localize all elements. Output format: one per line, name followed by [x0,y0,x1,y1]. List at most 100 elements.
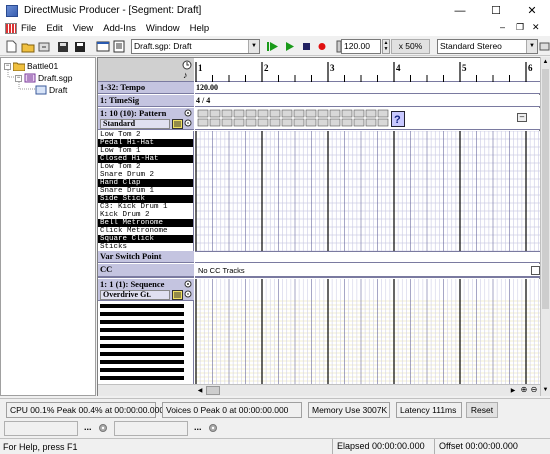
chevron-down-icon[interactable]: ▼ [248,40,259,53]
drum-instrument-row[interactable]: Low Tom 2 [98,163,193,171]
scroll-right-icon[interactable]: ▶ [508,386,518,396]
clock-icon[interactable]: ♪ [182,60,192,80]
help-variation-icon[interactable]: ? [391,111,405,127]
doc-close-button[interactable]: ✕ [532,22,540,33]
gear-icon[interactable] [208,423,218,433]
cc-track-strip[interactable]: No CC Tracks [195,264,541,278]
variation-button[interactable] [233,109,245,118]
drum-instrument-row[interactable]: Low Tom 2 [98,131,193,139]
record-icon[interactable] [315,40,329,53]
variation-button[interactable] [245,118,257,127]
piano-keyboard[interactable] [98,301,194,384]
variation-button[interactable] [305,109,317,118]
sequence-track-header[interactable]: 1: 1 (1): Sequence Overdrive Gt. [98,279,194,301]
variation-button[interactable] [365,118,377,127]
tempo-track-header[interactable]: 1-32: Tempo [98,82,194,94]
time-ruler[interactable]: 1 2 3 4 5 6 [195,58,543,82]
variation-button[interactable] [197,109,209,118]
tempo-field[interactable]: 120.00 [341,39,381,54]
variation-button[interactable] [293,109,305,118]
piano-key[interactable] [100,360,184,364]
menu-help[interactable]: Help [190,23,210,34]
save-all-icon[interactable] [56,40,70,53]
variation-button[interactable] [329,118,341,127]
drum-instrument-list[interactable]: Low Tom 2 Pedal Hi-Hat Low Tom 1 Closed Hi-… [98,131,194,251]
zoom-out-horizontal-icon[interactable]: ⊖ [529,385,539,396]
minimize-button[interactable]: — [442,0,478,21]
drum-instrument-row[interactable]: Kick Drum 2 [98,211,193,219]
maximize-button[interactable]: ☐ [478,0,514,21]
zoom-in-icon[interactable] [184,109,193,129]
drum-instrument-row[interactable]: Sticks [98,243,193,251]
variation-button[interactable] [341,109,353,118]
pattern-grid[interactable] [195,130,547,252]
window-icon[interactable] [96,40,110,53]
midi-in-field[interactable] [4,421,78,436]
zoom-in-icon[interactable] [184,280,193,300]
variation-button[interactable] [269,109,281,118]
doc-restore-button[interactable]: ❐ [516,22,524,33]
variation-button[interactable] [377,118,389,127]
variation-button[interactable] [197,118,209,127]
midi-out-field[interactable] [114,421,188,436]
tempo-spinner[interactable]: ▲ ▼ [382,39,390,54]
variation-buttons[interactable] [195,108,541,130]
cc-track-header[interactable]: CC [98,264,194,278]
instrument-field[interactable]: Overdrive Gt. [100,290,170,300]
variation-button[interactable] [341,118,353,127]
variation-button[interactable] [245,109,257,118]
play-icon[interactable] [283,40,297,53]
open-folder-icon[interactable] [21,40,35,53]
reset-button[interactable]: Reset [466,402,498,418]
scroll-up-icon[interactable]: ▲ [541,57,550,67]
drum-instrument-row[interactable]: Click Metronome [98,227,193,235]
sequence-grid[interactable] [195,279,547,384]
scroll-thumb[interactable] [206,386,220,395]
menu-add-ins[interactable]: Add-Ins [103,23,136,34]
variation-button[interactable] [293,118,305,127]
vertical-scrollbar[interactable]: ▲ ▼ [540,57,550,396]
expand-cc-button[interactable] [531,266,540,275]
new-file-icon[interactable] [4,40,18,53]
piano-key[interactable] [100,368,184,372]
chevron-down-icon[interactable]: ▼ [526,40,537,53]
menu-file[interactable]: File [21,23,36,34]
drum-instrument-row[interactable]: Side Stick [98,195,193,203]
variation-button[interactable] [221,109,233,118]
pattern-track-header[interactable]: 1: 10 (10): Pattern Standard [98,108,194,130]
piano-key[interactable] [100,312,184,316]
gear-icon[interactable] [98,423,108,433]
drum-instrument-row[interactable]: Bell Metronome [98,219,193,227]
var-switch-track-header[interactable]: Var Switch Point [98,251,194,263]
menu-edit[interactable]: Edit [46,23,62,34]
variation-button[interactable] [209,118,221,127]
variation-button[interactable] [281,118,293,127]
close-button[interactable]: ✕ [514,0,550,21]
piano-key[interactable] [100,336,184,340]
variation-button[interactable] [353,118,365,127]
pattern-style-field[interactable]: Standard [100,119,170,129]
piano-roll-icon[interactable] [172,290,183,300]
horizontal-scrollbar[interactable]: ◀ ▶ ⊕ ⊖ [98,384,541,396]
variation-bar[interactable]: ? – [195,108,541,130]
segment-combo[interactable]: Draft.sgp: Draft ▼ [131,39,260,54]
doc-minimize-button[interactable]: – [500,22,505,32]
insert-icon[interactable] [37,40,51,53]
timesig-track-strip[interactable]: 4 / 4 [195,95,541,107]
piano-key[interactable] [100,304,184,308]
variation-button[interactable] [257,118,269,127]
drum-instrument-row[interactable]: C3: Kick Drum 1 [98,203,193,211]
variation-button[interactable] [329,109,341,118]
piano-key[interactable] [100,376,184,380]
more-button[interactable]: ... [84,422,92,432]
scroll-down-icon[interactable]: ▼ [541,385,550,395]
variation-button[interactable] [281,109,293,118]
play-from-cursor-icon[interactable] [266,40,280,53]
drum-instrument-row[interactable]: Snare Drum 1 [98,187,193,195]
drum-instrument-row[interactable]: Hand Clap [98,179,193,187]
settings-icon[interactable] [539,40,550,53]
zoom-button[interactable]: x 50% [391,39,430,54]
var-switch-strip[interactable] [195,251,541,263]
variation-button[interactable] [257,109,269,118]
variation-button[interactable] [377,109,389,118]
